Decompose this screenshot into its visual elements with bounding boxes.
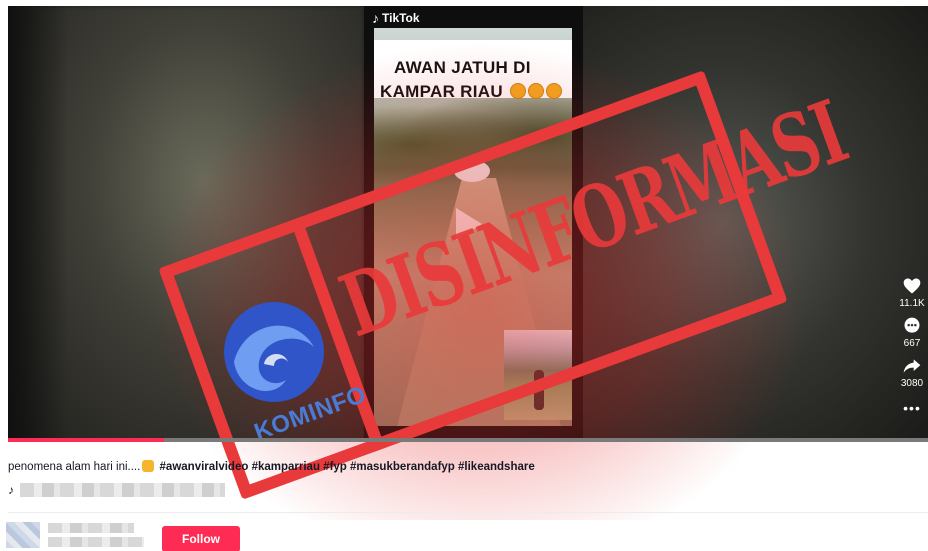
- video-caption-line-2: KAMPAR RIAU: [380, 82, 570, 102]
- avatar[interactable]: [6, 522, 40, 548]
- stage-edge-shade: [8, 6, 68, 442]
- video-caption-line-1: AWAN JATUH DI: [394, 58, 531, 77]
- post-description: penomena alam hari ini.... #awanviralvid…: [8, 460, 535, 473]
- blurred-music-title: [20, 483, 225, 497]
- blurred-nickname: [48, 537, 144, 547]
- share-count: 3080: [900, 378, 924, 389]
- like-count: 11.1K: [899, 298, 925, 309]
- author-row: [6, 522, 144, 548]
- tiktok-watermark: ♪ TikTok: [372, 10, 420, 26]
- tiktok-post-screenshot: ♪ TikTok AWAN JATUH DI KAMPAR RIAU DISIN…: [0, 0, 928, 551]
- comment-icon: [904, 317, 920, 333]
- follow-button[interactable]: Follow: [162, 526, 240, 551]
- hand-emoji-icon: [142, 460, 155, 472]
- like-button[interactable]: 11.1K: [899, 276, 925, 309]
- more-options-icon[interactable]: •••: [903, 400, 921, 416]
- action-rail: 11.1K 667 3080 •••: [898, 276, 926, 416]
- tiktok-logo-icon: ♪: [372, 10, 379, 26]
- hashtag-list[interactable]: #awanviralvideo #kamparriau #fyp #masukb…: [160, 461, 535, 473]
- comment-button[interactable]: 667: [902, 316, 922, 349]
- stamp-text: DISINFORMASI: [328, 81, 858, 357]
- crying-emoji-icon: [545, 83, 562, 99]
- video-progress-fill: [8, 438, 165, 442]
- tiktok-brand-label: TikTok: [382, 11, 420, 25]
- video-progress-bar[interactable]: [8, 438, 928, 442]
- comment-count: 667: [903, 338, 921, 349]
- video-caption-line-2-text: KAMPAR RIAU: [380, 82, 503, 101]
- divider: [8, 512, 928, 513]
- crying-emoji-icon: [527, 83, 544, 99]
- kominfo-logo-icon: [224, 302, 324, 402]
- crying-emoji-icon: [509, 83, 526, 99]
- author-name-blurred[interactable]: [48, 523, 144, 547]
- music-note-icon: ♪: [8, 483, 14, 497]
- music-row[interactable]: ♪: [8, 483, 225, 497]
- share-button[interactable]: 3080: [901, 356, 923, 389]
- share-icon: [903, 359, 921, 373]
- video-caption-box: AWAN JATUH DI KAMPAR RIAU: [374, 40, 572, 101]
- description-text: penomena alam hari ini....: [8, 461, 141, 473]
- blurred-username: [48, 523, 134, 533]
- heart-icon: [903, 278, 921, 294]
